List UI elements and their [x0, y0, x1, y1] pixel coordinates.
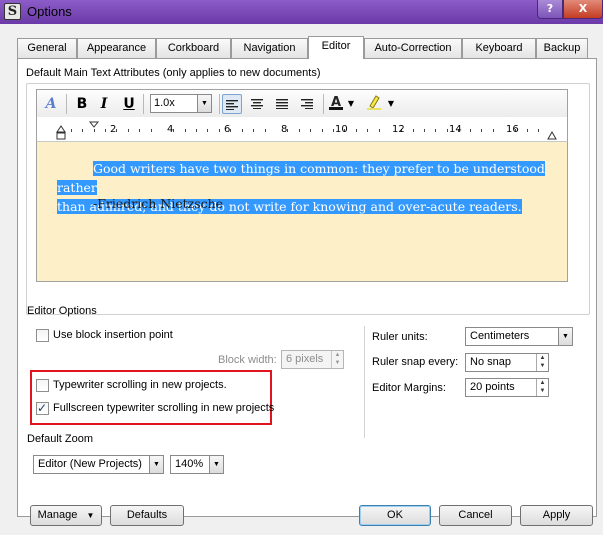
ruler-units-value: Centimeters	[470, 330, 530, 342]
highlight-dropdown-icon[interactable]: ▼	[386, 94, 396, 114]
block-insertion-checkbox[interactable]	[36, 329, 49, 342]
line-spacing-value: 1.0x	[154, 97, 175, 109]
chevron-down-icon[interactable]: ▼	[149, 456, 163, 473]
align-left-button[interactable]	[222, 94, 242, 114]
toolbar-separator	[323, 94, 324, 114]
ruler[interactable]: 2 4 6 8 10 12 14 16	[36, 117, 568, 141]
fullscreen-typewriter-label: Fullscreen typewriter scrolling in new p…	[53, 402, 275, 414]
tab-corkboard[interactable]: Corkboard	[156, 38, 231, 58]
close-button[interactable]: X	[563, 0, 603, 19]
sample-text-area[interactable]: Good writers have two things in common: …	[36, 141, 568, 282]
help-button[interactable]: ?	[537, 0, 563, 19]
bold-button[interactable]: B	[74, 94, 90, 114]
tab-backup[interactable]: Backup	[536, 38, 588, 58]
align-left-icon	[226, 100, 238, 110]
spinner-arrows-icon[interactable]: ▲ ▼	[331, 351, 343, 368]
ruler-units-select[interactable]: Centimeters ▼	[465, 327, 573, 346]
chevron-down-icon: ▼	[86, 511, 95, 520]
tab-auto-correction[interactable]: Auto-Correction	[364, 38, 462, 58]
cancel-button[interactable]: Cancel	[439, 505, 512, 526]
quote-attribution: -Friedrich Nietzsche	[93, 196, 224, 211]
default-zoom-label: Default Zoom	[27, 433, 94, 445]
line-spacing-select[interactable]: 1.0x ▼	[150, 94, 212, 113]
align-center-button[interactable]	[247, 94, 267, 114]
toolbar-separator	[143, 94, 144, 114]
right-indent-marker	[547, 130, 557, 140]
ok-button[interactable]: OK	[359, 505, 431, 526]
ruler-number: 10	[335, 124, 348, 135]
align-justify-button[interactable]	[272, 94, 292, 114]
ruler-number: 8	[281, 124, 288, 135]
block-width-spinner[interactable]: 6 pixels ▲ ▼	[281, 350, 344, 369]
ruler-number: 16	[506, 124, 519, 135]
align-right-button[interactable]	[297, 94, 317, 114]
underline-button[interactable]: U	[121, 94, 137, 114]
tab-general[interactable]: General	[17, 38, 77, 58]
typewriter-scrolling-label: Typewriter scrolling in new projects.	[53, 379, 227, 391]
chevron-down-icon[interactable]: ▼	[197, 95, 211, 112]
main-text-attributes-label: Default Main Text Attributes (only appli…	[26, 67, 321, 79]
block-width-value: 6 pixels	[286, 353, 324, 365]
manage-label: Manage	[37, 509, 78, 521]
options-divider	[364, 326, 365, 438]
editor-margins-spinner[interactable]: 20 points ▲ ▼	[465, 378, 549, 397]
highlighter-icon	[367, 95, 381, 110]
ruler-number: 4	[167, 124, 174, 135]
highlight-button[interactable]	[365, 94, 383, 114]
title-bar: S Options ? X	[0, 0, 603, 24]
align-center-icon	[251, 99, 263, 109]
first-line-indent-marker	[88, 121, 100, 128]
ruler-ticks	[56, 121, 557, 140]
chevron-down-icon[interactable]: ▼	[209, 456, 223, 473]
ruler-units-label: Ruler units:	[372, 331, 428, 343]
left-margin-marker	[56, 132, 66, 140]
toolbar-separator	[66, 94, 67, 114]
checkmark-icon: ✓	[37, 401, 48, 415]
italic-button[interactable]: I	[96, 94, 112, 114]
apply-button[interactable]: Apply	[520, 505, 593, 526]
options-dialog: General Appearance Corkboard Navigation …	[0, 24, 603, 535]
scrivener-app-icon: S	[4, 3, 21, 20]
ruler-number: 6	[224, 124, 231, 135]
font-style-icon[interactable]: A	[43, 94, 59, 114]
toolbar-separator	[219, 94, 220, 114]
tab-keyboard[interactable]: Keyboard	[462, 38, 536, 58]
defaults-button[interactable]: Defaults	[110, 505, 184, 526]
align-justify-icon	[276, 99, 288, 109]
sample-line-1: Good writers have two things in common: …	[57, 161, 545, 195]
block-width-label: Block width:	[218, 354, 277, 366]
fullscreen-typewriter-checkbox[interactable]: ✓	[36, 401, 49, 415]
editor-margins-value: 20 points	[470, 381, 515, 393]
ruler-snap-spinner[interactable]: No snap ▲ ▼	[465, 353, 549, 372]
ruler-number: 2	[110, 124, 117, 135]
chevron-down-icon[interactable]: ▼	[558, 328, 572, 345]
tab-navigation[interactable]: Navigation	[231, 38, 308, 58]
block-insertion-label: Use block insertion point	[53, 329, 173, 341]
tab-editor[interactable]: Editor	[308, 36, 364, 59]
ruler-snap-label: Ruler snap every:	[372, 356, 459, 368]
format-toolbar: A B I U 1.0x ▼ A ▼ ▼	[36, 89, 568, 117]
zoom-level-value: 140%	[175, 458, 204, 470]
ruler-number: 14	[449, 124, 462, 135]
zoom-mode-value: Editor (New Projects)	[38, 458, 142, 470]
tab-appearance[interactable]: Appearance	[77, 38, 156, 58]
left-indent-marker	[56, 125, 66, 133]
spinner-arrows-icon[interactable]: ▲ ▼	[536, 354, 548, 371]
text-color-dropdown-icon[interactable]: ▼	[346, 94, 356, 114]
editor-margins-label: Editor Margins:	[372, 382, 446, 394]
ruler-number: 12	[392, 124, 405, 135]
manage-button[interactable]: Manage ▼	[30, 505, 102, 526]
zoom-level-select[interactable]: 140% ▼	[170, 455, 224, 474]
ruler-snap-value: No snap	[470, 356, 511, 368]
typewriter-scrolling-checkbox[interactable]	[36, 379, 49, 392]
align-right-icon	[301, 99, 313, 109]
zoom-mode-select[interactable]: Editor (New Projects) ▼	[33, 455, 164, 474]
text-color-icon: A	[329, 95, 343, 110]
text-color-button[interactable]: A	[327, 94, 345, 114]
spinner-arrows-icon[interactable]: ▲ ▼	[536, 379, 548, 396]
window-title: Options	[27, 4, 72, 19]
editor-options-label: Editor Options	[27, 305, 97, 317]
